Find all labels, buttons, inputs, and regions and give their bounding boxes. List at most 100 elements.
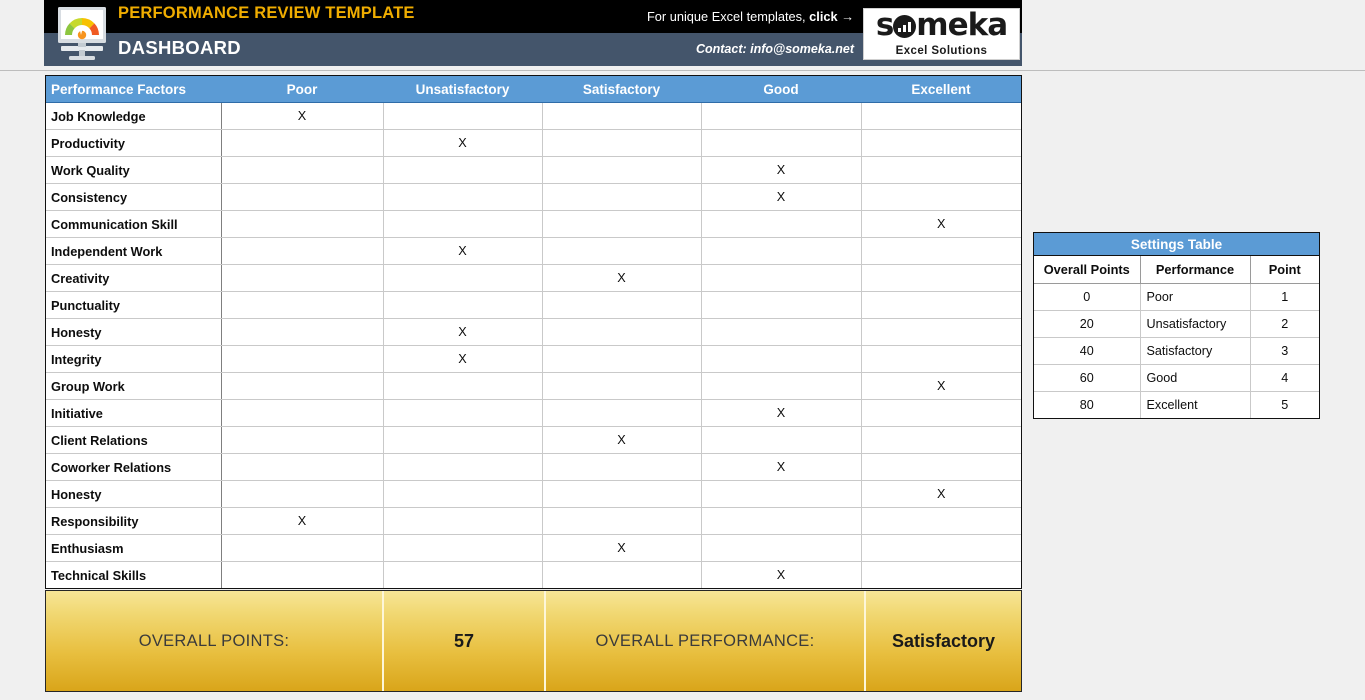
rating-cell[interactable] — [861, 129, 1021, 157]
rating-cell[interactable] — [383, 453, 543, 481]
rating-cell[interactable] — [221, 264, 384, 292]
rating-cell[interactable]: X — [383, 345, 543, 373]
rating-cell[interactable] — [221, 561, 384, 588]
rating-cell[interactable] — [701, 507, 862, 535]
rating-cell[interactable] — [542, 345, 702, 373]
rating-cell[interactable] — [221, 183, 384, 211]
rating-cell[interactable]: X — [701, 399, 862, 427]
rating-cell[interactable] — [542, 480, 702, 508]
rating-cell[interactable] — [861, 426, 1021, 454]
rating-cell[interactable] — [542, 129, 702, 157]
rating-cell[interactable] — [221, 534, 384, 562]
rating-cell[interactable]: X — [542, 426, 702, 454]
promo-text[interactable]: For unique Excel templates, click → — [647, 9, 854, 24]
rating-cell[interactable] — [861, 156, 1021, 184]
settings-overall-points: 20 — [1034, 310, 1141, 338]
rating-cell[interactable] — [383, 264, 543, 292]
rating-cell[interactable] — [701, 318, 862, 346]
rating-cell[interactable]: X — [701, 183, 862, 211]
rating-cell[interactable] — [221, 210, 384, 238]
rating-cell[interactable] — [221, 291, 384, 319]
rating-cell[interactable] — [383, 372, 543, 400]
rating-cell[interactable] — [701, 102, 862, 130]
rating-cell[interactable] — [383, 291, 543, 319]
rating-cell[interactable] — [701, 210, 862, 238]
rating-cell[interactable] — [701, 291, 862, 319]
rating-cell[interactable] — [221, 129, 384, 157]
overall-performance-value: Satisfactory — [891, 630, 996, 651]
rating-cell[interactable] — [221, 426, 384, 454]
rating-cell[interactable] — [861, 534, 1021, 562]
rating-cell[interactable] — [542, 453, 702, 481]
rating-cell[interactable] — [861, 507, 1021, 535]
rating-cell[interactable] — [383, 156, 543, 184]
rating-cell[interactable] — [542, 183, 702, 211]
rating-cell[interactable] — [221, 480, 384, 508]
rating-cell[interactable]: X — [221, 507, 384, 535]
rating-cell[interactable] — [861, 183, 1021, 211]
rating-cell[interactable] — [383, 102, 543, 130]
rating-cell[interactable]: X — [221, 102, 384, 130]
rating-cell[interactable] — [861, 453, 1021, 481]
rating-cell[interactable] — [383, 480, 543, 508]
rating-cell[interactable] — [861, 345, 1021, 373]
rating-cell[interactable] — [221, 156, 384, 184]
rating-cell[interactable] — [221, 453, 384, 481]
rating-cell[interactable] — [221, 318, 384, 346]
rating-cell[interactable] — [221, 345, 384, 373]
rating-cell[interactable] — [701, 480, 862, 508]
rating-cell[interactable] — [861, 264, 1021, 292]
rating-cell[interactable]: X — [383, 129, 543, 157]
rating-cell[interactable] — [542, 507, 702, 535]
rating-cell[interactable] — [701, 426, 862, 454]
rating-cell[interactable] — [542, 561, 702, 588]
rating-cell[interactable] — [701, 372, 862, 400]
rating-cell[interactable] — [221, 399, 384, 427]
rating-cell[interactable]: X — [383, 318, 543, 346]
rating-cell[interactable] — [542, 399, 702, 427]
rating-cell[interactable] — [383, 210, 543, 238]
rating-cell[interactable] — [383, 399, 543, 427]
rating-cell[interactable] — [383, 426, 543, 454]
performance-factors-table: Performance Factors Poor Unsatisfactory … — [45, 75, 1022, 589]
rating-cell[interactable]: X — [861, 480, 1021, 508]
rating-cell[interactable] — [542, 291, 702, 319]
settings-performance: Good — [1140, 364, 1251, 392]
rating-cell[interactable]: X — [861, 210, 1021, 238]
rating-cell[interactable] — [701, 237, 862, 265]
rating-cell[interactable] — [861, 561, 1021, 588]
rating-cell[interactable] — [542, 372, 702, 400]
rating-cell[interactable]: X — [701, 453, 862, 481]
rating-cell[interactable] — [542, 318, 702, 346]
someka-logo[interactable]: s meka Excel Solutions — [863, 8, 1020, 60]
rating-cell[interactable] — [861, 237, 1021, 265]
rating-cell[interactable] — [861, 291, 1021, 319]
rating-cell[interactable] — [383, 507, 543, 535]
rating-cell[interactable] — [221, 237, 384, 265]
rating-cell[interactable] — [701, 129, 862, 157]
settings-header-row: Overall Points Performance Point — [1034, 255, 1319, 284]
settings-performance: Excellent — [1140, 391, 1251, 418]
rating-cell[interactable] — [542, 210, 702, 238]
rating-cell[interactable] — [861, 318, 1021, 346]
rating-cell[interactable]: X — [542, 534, 702, 562]
rating-cell[interactable] — [861, 399, 1021, 427]
rating-cell[interactable] — [701, 534, 862, 562]
rating-cell[interactable]: X — [542, 264, 702, 292]
rating-cell[interactable] — [861, 102, 1021, 130]
rating-cell[interactable]: X — [701, 561, 862, 588]
rating-cell[interactable] — [383, 183, 543, 211]
rating-cell[interactable]: X — [383, 237, 543, 265]
factor-name: Punctuality — [46, 291, 222, 319]
rating-cell[interactable] — [542, 237, 702, 265]
rating-cell[interactable] — [542, 102, 702, 130]
page-subtitle: DASHBOARD — [118, 37, 241, 58]
rating-cell[interactable] — [383, 534, 543, 562]
rating-cell[interactable]: X — [861, 372, 1021, 400]
rating-cell[interactable] — [701, 345, 862, 373]
rating-cell[interactable] — [701, 264, 862, 292]
rating-cell[interactable] — [542, 156, 702, 184]
rating-cell[interactable] — [221, 372, 384, 400]
rating-cell[interactable]: X — [701, 156, 862, 184]
rating-cell[interactable] — [383, 561, 543, 588]
